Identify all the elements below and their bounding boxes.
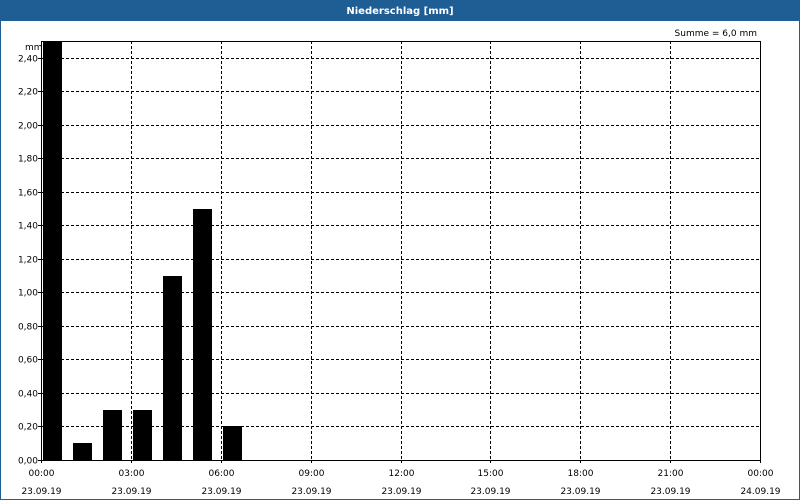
x-tick-time: 18:00	[568, 469, 594, 479]
x-tick-date: 23.09.19	[201, 487, 241, 497]
x-tick-time: 15:00	[478, 469, 504, 479]
y-tick-label: 2,40	[18, 55, 38, 65]
y-tick-label: 0,20	[18, 423, 38, 433]
y-tick-label: 0,60	[18, 356, 38, 366]
bar-series	[43, 41, 242, 460]
x-tick-time: 09:00	[299, 469, 325, 479]
y-tick-label: 2,00	[18, 122, 38, 132]
chart-window: Niederschlag [mm] Summe = 6,0 mm mm 0,00…	[0, 0, 800, 500]
y-tick-label: 1,60	[18, 189, 38, 199]
x-tick-time: 03:00	[119, 469, 145, 479]
bar-0600	[223, 426, 242, 460]
y-tick-label: 0,80	[18, 323, 38, 333]
bar-0100	[73, 443, 92, 460]
grid-lines	[41, 41, 760, 460]
y-tick-label: 1,40	[18, 222, 38, 232]
bar-0300	[133, 410, 152, 460]
y-tick-label: 2,20	[18, 88, 38, 98]
x-tick-date: 23.09.19	[381, 487, 421, 497]
y-axis-ticks: 0,00 0,20 0,40 0,60 0,80 1,00 1,20 1,40 1,60 1,80…	[18, 55, 41, 467]
y-tick-label: 1,20	[18, 256, 38, 266]
bar-0200	[103, 410, 122, 460]
x-tick-date: 23.09.19	[291, 487, 331, 497]
title-bar: Niederschlag [mm]	[1, 1, 799, 21]
y-tick-label: 1,00	[18, 289, 38, 299]
x-tick-date: 23.09.19	[111, 487, 151, 497]
x-tick-time: 12:00	[389, 469, 415, 479]
x-tick-time: 00:00	[748, 469, 774, 479]
y-axis-unit-label: mm	[25, 43, 43, 53]
x-tick-date: 23.09.19	[470, 487, 510, 497]
x-tick-time: 00:00	[29, 469, 55, 479]
y-tick-label: 1,80	[18, 155, 38, 165]
chart-plot: Summe = 6,0 mm mm 0,00 0,20 0,40 0,60 0,80 1,…	[18, 29, 781, 497]
y-tick-label: 0,00	[18, 457, 38, 467]
summary-label: Summe = 6,0 mm	[675, 29, 757, 39]
y-tick-label: 0,40	[18, 390, 38, 400]
chart-title: Niederschlag [mm]	[346, 5, 454, 17]
x-tick-time: 06:00	[209, 469, 235, 479]
x-tick-date: 23.09.19	[650, 487, 690, 497]
x-tick-time: 21:00	[658, 469, 684, 479]
x-axis-ticks: 00:00 23.09.19 03:00 23.09.19 06:00 23.09.19 0…	[21, 460, 781, 497]
x-tick-date: 23.09.19	[21, 487, 61, 497]
x-tick-date: 24.09.19	[740, 487, 780, 497]
x-tick-date: 23.09.19	[560, 487, 600, 497]
bar-0400	[163, 276, 182, 460]
bar-0500	[193, 209, 212, 460]
bar-0000	[43, 41, 62, 460]
